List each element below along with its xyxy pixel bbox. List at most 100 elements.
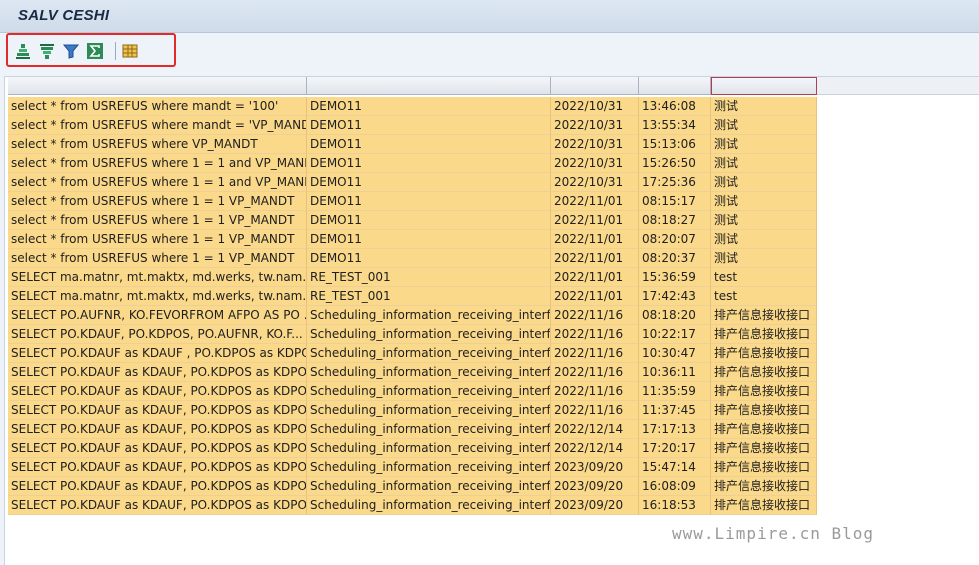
column-header-4[interactable]: [639, 77, 711, 95]
table-cell[interactable]: 排产信息接收接口: [711, 420, 817, 439]
table-cell[interactable]: select * from USREFUS where 1 = 1 and VP…: [8, 173, 307, 192]
table-cell[interactable]: DEMO11: [307, 154, 551, 173]
table-cell[interactable]: 2022/10/31: [551, 116, 639, 135]
table-cell[interactable]: Scheduling_information_receiving_interfa…: [307, 420, 551, 439]
table-cell[interactable]: 2022/11/16: [551, 382, 639, 401]
table-cell[interactable]: 2022/10/31: [551, 97, 639, 116]
table-cell[interactable]: 08:15:17: [639, 192, 711, 211]
table-cell[interactable]: Scheduling_information_receiving_interfa…: [307, 344, 551, 363]
table-cell[interactable]: 2022/10/31: [551, 154, 639, 173]
table-cell[interactable]: 15:36:59: [639, 268, 711, 287]
table-cell[interactable]: select * from USREFUS where 1 = 1 VP_MAN…: [8, 249, 307, 268]
table-cell[interactable]: 排产信息接收接口: [711, 363, 817, 382]
table-cell[interactable]: 10:36:11: [639, 363, 711, 382]
table-cell[interactable]: DEMO11: [307, 97, 551, 116]
table-cell[interactable]: 测试: [711, 230, 817, 249]
table-cell[interactable]: SELECT ma.matnr, mt.maktx, md.werks, tw.…: [8, 268, 307, 287]
table-cell[interactable]: SELECT PO.KDAUF as KDAUF, PO.KDPOS as KD…: [8, 382, 307, 401]
table-cell[interactable]: 测试: [711, 135, 817, 154]
table-cell[interactable]: 2023/09/20: [551, 477, 639, 496]
filter-icon[interactable]: [62, 42, 80, 60]
table-cell[interactable]: 15:26:50: [639, 154, 711, 173]
layout-grid-icon[interactable]: [121, 42, 139, 60]
table-cell[interactable]: 2022/12/14: [551, 439, 639, 458]
table-cell[interactable]: Scheduling_information_receiving_interfa…: [307, 306, 551, 325]
table-cell[interactable]: 测试: [711, 192, 817, 211]
table-cell[interactable]: 排产信息接收接口: [711, 496, 817, 515]
table-cell[interactable]: 排产信息接收接口: [711, 325, 817, 344]
table-cell[interactable]: 2022/11/01: [551, 211, 639, 230]
table-cell[interactable]: SELECT PO.AUFNR, KO.FEVORFROM AFPO AS PO…: [8, 306, 307, 325]
table-cell[interactable]: Scheduling_information_receiving_interfa…: [307, 382, 551, 401]
table-cell[interactable]: 08:20:37: [639, 249, 711, 268]
table-cell[interactable]: SELECT PO.KDAUF as KDAUF, PO.KDPOS as KD…: [8, 477, 307, 496]
table-cell[interactable]: DEMO11: [307, 211, 551, 230]
table-cell[interactable]: select * from USREFUS where 1 = 1 and VP…: [8, 154, 307, 173]
table-cell[interactable]: 2022/11/01: [551, 192, 639, 211]
table-cell[interactable]: 17:20:17: [639, 439, 711, 458]
table-cell[interactable]: 08:20:07: [639, 230, 711, 249]
table-cell[interactable]: SELECT PO.KDAUF as KDAUF, PO.KDPOS as KD…: [8, 420, 307, 439]
table-cell[interactable]: 2022/11/01: [551, 249, 639, 268]
table-cell[interactable]: 2022/11/16: [551, 325, 639, 344]
table-cell[interactable]: test: [711, 268, 817, 287]
table-cell[interactable]: 13:46:08: [639, 97, 711, 116]
table-cell[interactable]: 2022/10/31: [551, 135, 639, 154]
table-cell[interactable]: 2022/11/01: [551, 268, 639, 287]
table-cell[interactable]: 排产信息接收接口: [711, 439, 817, 458]
table-cell[interactable]: 13:55:34: [639, 116, 711, 135]
table-cell[interactable]: 2022/11/16: [551, 401, 639, 420]
table-cell[interactable]: 测试: [711, 173, 817, 192]
table-cell[interactable]: Scheduling_information_receiving_interfa…: [307, 439, 551, 458]
table-cell[interactable]: 2023/09/20: [551, 496, 639, 515]
table-cell[interactable]: 10:22:17: [639, 325, 711, 344]
table-cell[interactable]: 测试: [711, 116, 817, 135]
table-cell[interactable]: 15:13:06: [639, 135, 711, 154]
table-cell[interactable]: 测试: [711, 97, 817, 116]
table-cell[interactable]: DEMO11: [307, 192, 551, 211]
table-cell[interactable]: select * from USREFUS where mandt = 'VP_…: [8, 116, 307, 135]
table-cell[interactable]: 2022/11/16: [551, 306, 639, 325]
table-cell[interactable]: Scheduling_information_receiving_interfa…: [307, 401, 551, 420]
table-cell[interactable]: 2022/11/01: [551, 287, 639, 306]
table-cell[interactable]: SELECT PO.KDAUF as KDAUF , PO.KDPOS as K…: [8, 344, 307, 363]
table-cell[interactable]: 2022/11/01: [551, 230, 639, 249]
column-header-2[interactable]: [307, 77, 551, 95]
table-cell[interactable]: 排产信息接收接口: [711, 477, 817, 496]
table-cell[interactable]: 16:18:53: [639, 496, 711, 515]
table-cell[interactable]: Scheduling_information_receiving_interfa…: [307, 496, 551, 515]
sort-descending-icon[interactable]: [38, 42, 56, 60]
table-cell[interactable]: 16:08:09: [639, 477, 711, 496]
table-cell[interactable]: 排产信息接收接口: [711, 344, 817, 363]
table-cell[interactable]: DEMO11: [307, 116, 551, 135]
table-cell[interactable]: SELECT PO.KDAUF as KDAUF, PO.KDPOS as KD…: [8, 401, 307, 420]
table-cell[interactable]: 测试: [711, 249, 817, 268]
table-cell[interactable]: Scheduling_information_receiving_interfa…: [307, 363, 551, 382]
table-cell[interactable]: 08:18:20: [639, 306, 711, 325]
alv-grid[interactable]: select * from USREFUS where mandt = '100…: [4, 76, 979, 565]
table-cell[interactable]: 2022/12/14: [551, 420, 639, 439]
table-cell[interactable]: 2022/10/31: [551, 173, 639, 192]
table-cell[interactable]: SELECT PO.KDAUF as KDAUF, PO.KDPOS as KD…: [8, 439, 307, 458]
table-cell[interactable]: SELECT PO.KDAUF as KDAUF, PO.KDPOS as KD…: [8, 458, 307, 477]
column-header-1[interactable]: [8, 77, 307, 95]
table-cell[interactable]: DEMO11: [307, 135, 551, 154]
table-cell[interactable]: test: [711, 287, 817, 306]
table-cell[interactable]: select * from USREFUS where mandt = '100…: [8, 97, 307, 116]
table-cell[interactable]: 11:37:45: [639, 401, 711, 420]
table-cell[interactable]: 排产信息接收接口: [711, 458, 817, 477]
table-cell[interactable]: SELECT ma.matnr, mt.maktx, md.werks, tw.…: [8, 287, 307, 306]
column-header-5[interactable]: [711, 77, 817, 95]
table-cell[interactable]: RE_TEST_001: [307, 287, 551, 306]
table-cell[interactable]: 17:42:43: [639, 287, 711, 306]
table-cell[interactable]: 测试: [711, 211, 817, 230]
table-cell[interactable]: DEMO11: [307, 249, 551, 268]
table-cell[interactable]: 15:47:14: [639, 458, 711, 477]
table-cell[interactable]: 11:35:59: [639, 382, 711, 401]
table-cell[interactable]: select * from USREFUS where 1 = 1 VP_MAN…: [8, 192, 307, 211]
sort-ascending-icon[interactable]: [14, 42, 32, 60]
table-cell[interactable]: SELECT PO.KDAUF, PO.KDPOS, PO.AUFNR, KO.…: [8, 325, 307, 344]
table-cell[interactable]: 10:30:47: [639, 344, 711, 363]
table-cell[interactable]: 排产信息接收接口: [711, 382, 817, 401]
table-cell[interactable]: 排产信息接收接口: [711, 306, 817, 325]
